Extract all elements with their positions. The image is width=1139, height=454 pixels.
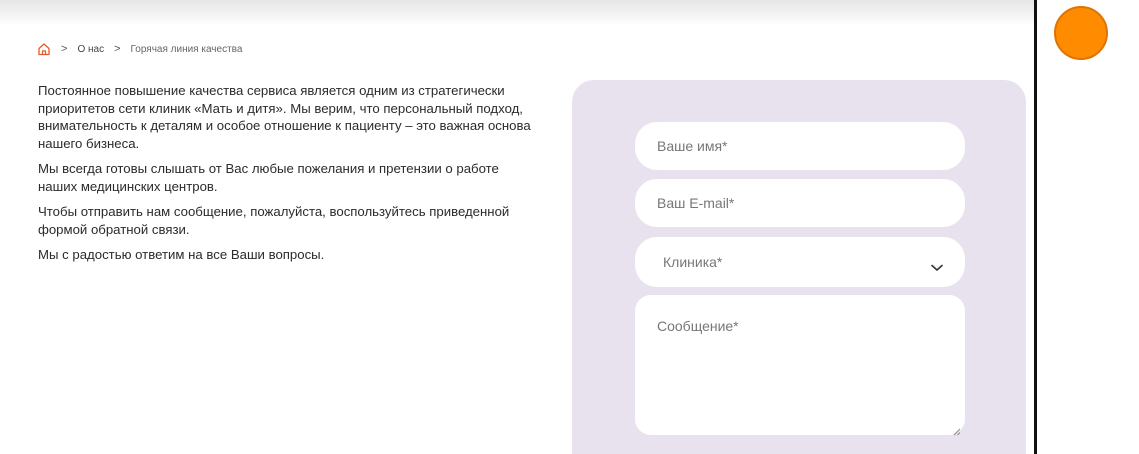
message-textarea[interactable]: Сообщение* <box>635 295 965 436</box>
name-input-placeholder: Ваше имя* <box>657 138 728 154</box>
intro-paragraph: Чтобы отправить нам сообщение, пожалуйст… <box>38 204 510 237</box>
right-gutter <box>1034 0 1139 454</box>
breadcrumb-current-page: Горячая линия качества <box>130 43 243 55</box>
page: > О нас > Горячая линия качества Постоян… <box>0 0 1034 454</box>
breadcrumb-separator: > <box>114 43 121 55</box>
intro-text: Постоянное повышение качества сервиса яв… <box>38 82 538 272</box>
intro-paragraph: Мы с радостью ответим на все Ваши вопрос… <box>38 247 325 262</box>
orange-circle-icon <box>1054 6 1108 60</box>
breadcrumb: > О нас > Горячая линия качества <box>37 42 242 56</box>
vertical-divider <box>1034 0 1037 454</box>
feedback-form: Ваше имя* Ваш E-mail* Клиника* Сообщение… <box>572 80 1026 454</box>
intro-paragraph: Постоянное повышение качества сервиса яв… <box>38 83 531 151</box>
intro-paragraph: Мы всегда готовы слышать от Вас любые по… <box>38 161 499 194</box>
clinic-select-value: Клиника* <box>663 254 723 270</box>
email-input-placeholder: Ваш E-mail* <box>657 195 735 211</box>
breadcrumb-link-about[interactable]: О нас <box>77 44 104 55</box>
message-textarea-placeholder: Сообщение* <box>657 318 739 334</box>
home-icon[interactable] <box>37 42 51 56</box>
email-input[interactable]: Ваш E-mail* <box>635 179 965 227</box>
clinic-select[interactable]: Клиника* <box>635 237 965 287</box>
breadcrumb-separator: > <box>61 43 68 55</box>
resize-handle-icon[interactable] <box>953 423 961 436</box>
name-input[interactable]: Ваше имя* <box>635 122 965 170</box>
chevron-down-icon[interactable] <box>931 259 943 271</box>
header-shadow <box>0 0 1034 26</box>
